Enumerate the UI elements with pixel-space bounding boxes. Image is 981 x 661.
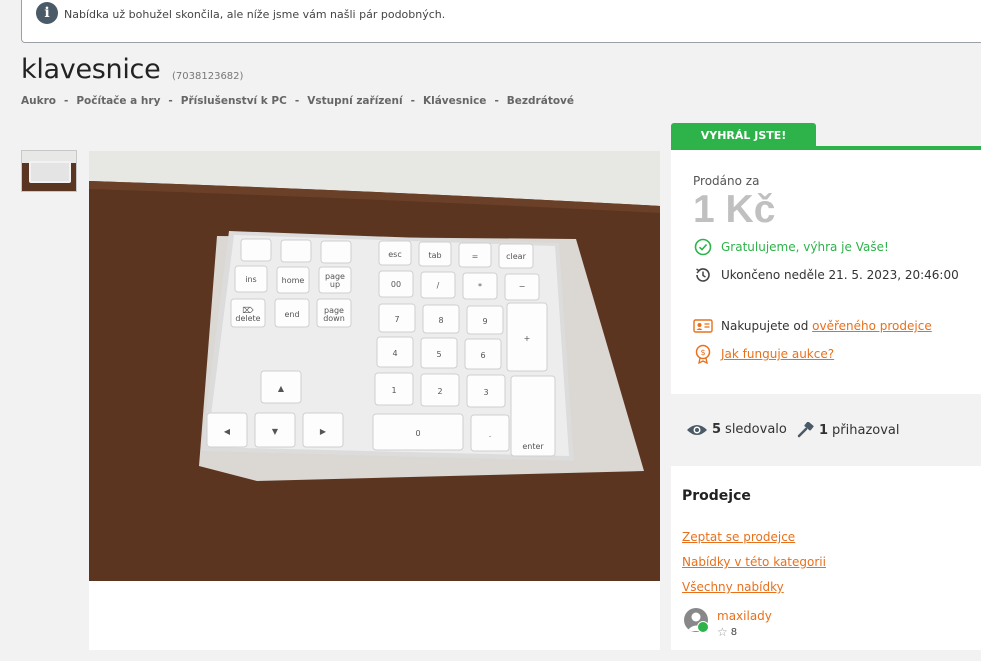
breadcrumb-item[interactable]: Vstupní zařízení (307, 95, 402, 107)
seller-name[interactable]: maxilady (717, 609, 772, 623)
verified-badge-icon (697, 621, 709, 633)
svg-text:00: 00 (391, 280, 401, 289)
svg-text:delete: delete (235, 314, 260, 323)
rating-value: 8 (730, 626, 738, 638)
watchers-stat: 5 sledovalo (686, 422, 787, 437)
svg-text:=: = (472, 252, 479, 261)
svg-text:home: home (282, 276, 305, 285)
svg-text:end: end (284, 310, 299, 319)
breadcrumb-item[interactable]: Klávesnice (423, 95, 486, 107)
svg-text:1: 1 (391, 386, 396, 395)
check-circle-icon (693, 237, 713, 257)
final-price: 1 Kč (693, 188, 776, 231)
svg-text:*: * (478, 282, 482, 291)
bidders-label: přihazoval (832, 422, 900, 438)
svg-text:/: / (437, 281, 440, 290)
ended-row: Ukončeno neděle 21. 5. 2023, 20:46:00 (693, 265, 959, 285)
seller-rating: ☆ 8 (717, 625, 737, 639)
svg-text:tab: tab (428, 251, 441, 260)
svg-text:$: $ (700, 348, 705, 357)
ask-seller-link[interactable]: Zeptat se prodejce (682, 530, 795, 544)
main-photo[interactable]: esc tab = clear ins home page up 00 / * … (89, 151, 660, 650)
breadcrumb-item[interactable]: Aukro (21, 95, 56, 107)
svg-text:.: . (489, 430, 492, 439)
watchers-count: 5 (712, 422, 722, 437)
congrats-text: Gratulujeme, výhra je Vaše! (721, 240, 889, 254)
bidders-count: 1 (819, 422, 829, 438)
ended-notice: i Nabídka už bohužel skončila, ale níže … (21, 0, 981, 43)
category-offers-link[interactable]: Nabídky v této kategorii (682, 555, 826, 569)
sold-label: Prodáno za (693, 174, 760, 188)
svg-text:7: 7 (394, 315, 399, 324)
svg-text:down: down (323, 314, 345, 323)
id-card-icon (693, 316, 713, 336)
clock-icon (693, 265, 713, 285)
svg-text:4: 4 (392, 349, 397, 358)
verified-seller-row: Nakupujete od ověřeného prodejce (693, 316, 932, 336)
breadcrumb-item[interactable]: Bezdrátové (507, 95, 574, 107)
money-badge-icon: $ (693, 344, 713, 364)
watchers-label: sledovalo (725, 422, 787, 437)
svg-text:ins: ins (245, 275, 256, 284)
svg-text:5: 5 (436, 350, 441, 359)
how-auction-row: $ Jak funguje aukce? (693, 344, 834, 364)
svg-text:0: 0 (415, 429, 420, 438)
photo-thumbnail[interactable] (21, 150, 77, 192)
svg-text:2: 2 (437, 387, 442, 396)
verified-prefix: Nakupujete od (721, 319, 813, 333)
sold-panel: Prodáno za 1 Kč Gratulujeme, výhra je Va… (671, 150, 981, 394)
svg-text:up: up (330, 280, 340, 289)
page-title: klavesnice (21, 54, 161, 85)
svg-text:esc: esc (388, 250, 402, 259)
seller-heading: Prodejce (682, 488, 751, 504)
svg-text:+: + (524, 334, 531, 343)
ended-text: Ukončeno neděle 21. 5. 2023, 20:46:00 (721, 268, 959, 282)
info-icon: i (36, 2, 58, 24)
breadcrumb-item[interactable]: Počítače a hry (76, 95, 160, 107)
svg-text:▶: ▶ (320, 427, 327, 436)
svg-text:enter: enter (522, 442, 544, 451)
svg-text:−: − (519, 282, 526, 291)
svg-text:8: 8 (438, 316, 443, 325)
congrats-row: Gratulujeme, výhra je Vaše! (693, 237, 889, 257)
gavel-icon (797, 422, 815, 438)
svg-text:▲: ▲ (278, 384, 285, 393)
svg-text:9: 9 (482, 317, 487, 326)
svg-text:6: 6 (480, 351, 485, 360)
all-offers-link[interactable]: Všechny nabídky (682, 580, 784, 594)
svg-text:3: 3 (483, 388, 488, 397)
eye-icon (686, 423, 708, 437)
how-auction-link[interactable]: Jak funguje aukce? (721, 347, 834, 361)
svg-text:◀: ◀ (224, 427, 231, 436)
stats-panel: 5 sledovalo 1 přihazoval (671, 394, 981, 466)
seller-panel: Prodejce Zeptat se prodejce Nabídky v té… (671, 466, 981, 650)
star-icon: ☆ (717, 625, 728, 639)
svg-text:clear: clear (506, 252, 526, 261)
notice-message: Nabídka už bohužel skončila, ale níže js… (64, 8, 446, 21)
verified-seller-link[interactable]: ověřeného prodejce (812, 319, 932, 333)
breadcrumb: Aukro - Počítače a hry - Příslušenství k P… (21, 95, 575, 107)
bidders-stat: 1 přihazoval (797, 422, 900, 438)
breadcrumb-item[interactable]: Příslušenství k PC (181, 95, 287, 107)
svg-text:▼: ▼ (272, 427, 279, 436)
item-id: (7038123682) (172, 71, 244, 82)
